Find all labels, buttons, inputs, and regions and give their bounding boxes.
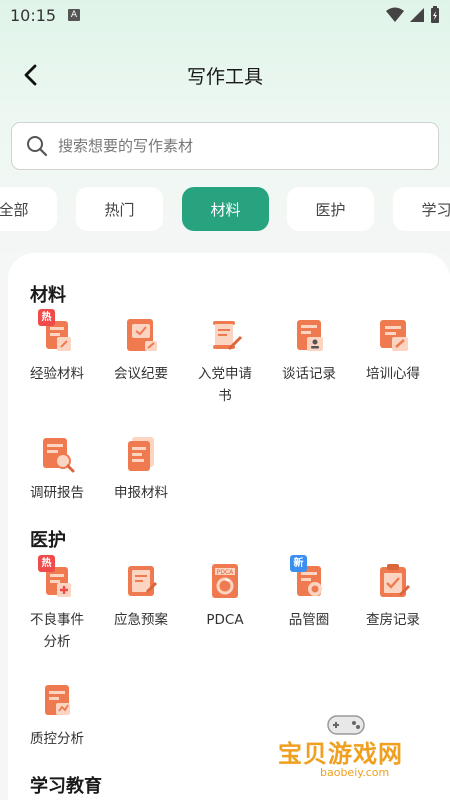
tool-research-report[interactable]: 调研报告 [17,434,97,504]
report-document-icon [37,680,77,720]
tool-meeting-minutes[interactable]: 会议纪要 [101,315,181,385]
status-bar: 10:15 A [0,0,450,32]
document-icon: 热 [37,309,77,355]
tool-label: 培训心得 [366,366,420,382]
tool-label: 不良事件 [30,612,84,628]
award-document-icon: 新 [289,555,329,601]
tool-training-notes[interactable]: 培训心得 [353,315,433,385]
battery-icon [431,6,439,23]
watermark-text: 宝贝游戏网 [278,740,403,768]
tool-label: 经验材料 [30,366,84,382]
tool-label: 质控分析 [30,731,84,747]
tool-adverse-event-analysis[interactable]: 热 不良事件 分析 [17,555,97,653]
category-tabs: 全部 热门 材料 医护 学习 [0,187,450,231]
tool-label-line2: 分析 [43,634,71,650]
search-input[interactable] [58,133,418,159]
wifi-icon [386,7,404,22]
profile-document-icon [289,315,329,355]
notification-icon: A [68,9,80,21]
tool-pdca[interactable]: PDCA PDCA [185,561,265,631]
tool-experience-material[interactable]: 热 经验材料 [17,309,97,385]
clipboard-icon [121,561,161,601]
tab-materials[interactable]: 材料 [182,187,269,231]
tool-label: 会议纪要 [114,366,168,382]
tool-label: 谈话记录 [282,366,336,382]
tool-label: PDCA [206,612,244,628]
tool-quality-circle[interactable]: 新 品管圈 [269,555,349,631]
tool-emergency-plan[interactable]: 应急预案 [101,561,181,631]
stacked-document-icon [121,434,161,474]
section-title-study-education: 学习教育 [30,776,102,797]
tab-all[interactable]: 全部 [0,187,57,231]
section-title-materials: 材料 [30,285,66,306]
magnifier-document-icon [37,434,77,474]
notes-icon [373,315,413,355]
scroll-icon [205,315,245,355]
svg-text:PDCA: PDCA [217,569,234,576]
watermark-url: baobeiy.com [320,766,390,779]
tool-label: 品管圈 [288,612,330,628]
search-icon [27,136,48,157]
medical-document-icon: 热 [37,555,77,601]
page-title: 写作工具 [186,66,263,88]
section-title-medical: 医护 [30,530,66,551]
pdca-document-icon: PDCA [205,561,245,601]
book-icon [121,315,161,355]
tool-ward-round-record[interactable]: 查房记录 [353,561,433,631]
hot-badge: 热 [38,309,55,326]
tool-label: 申报材料 [114,485,168,501]
tool-label: 入党申请 [198,366,252,382]
tab-hot[interactable]: 热门 [76,187,163,231]
tool-quality-control-analysis[interactable]: 质控分析 [17,680,97,750]
status-icons [386,6,440,24]
tool-label: 调研报告 [30,485,84,501]
tab-study[interactable]: 学习 [393,187,450,231]
tool-label-line2: 书 [218,388,232,404]
checklist-icon [373,561,413,601]
signal-icon [410,8,424,22]
tool-declaration-material[interactable]: 申报材料 [101,434,181,504]
hot-badge: 热 [38,555,55,572]
tab-medical[interactable]: 医护 [287,187,374,231]
status-time: 10:15 [10,6,57,25]
tool-talk-record[interactable]: 谈话记录 [269,315,349,385]
header: 写作工具 [0,52,450,96]
tool-label: 应急预案 [114,612,168,628]
new-badge: 新 [290,555,307,572]
tool-label: 查房记录 [366,612,420,628]
watermark-logo: 宝贝游戏网 baobeiy.com [272,710,422,790]
tool-party-application[interactable]: 入党申请 书 [185,315,265,407]
search-bar[interactable] [11,122,439,170]
